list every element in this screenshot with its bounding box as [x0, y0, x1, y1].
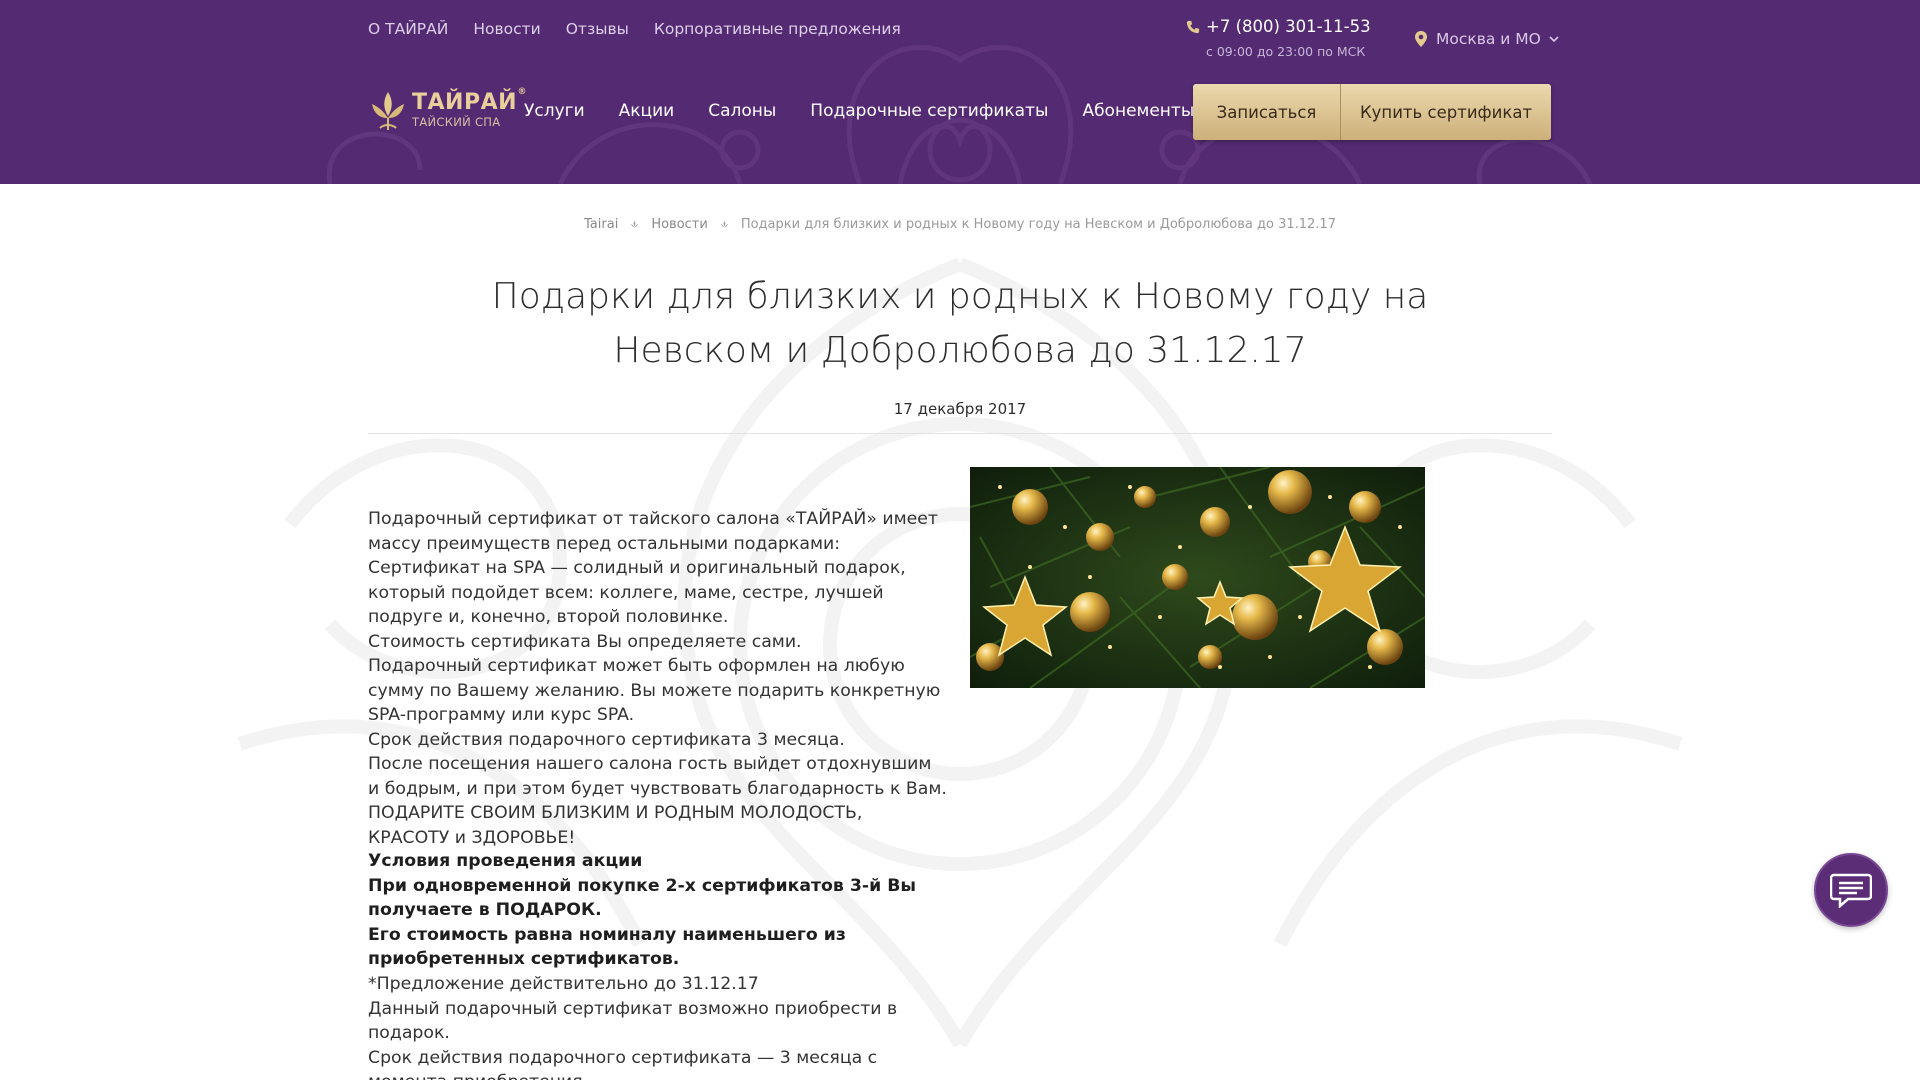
top-link-about[interactable]: О ТАЙРАЙ	[368, 20, 448, 38]
nav-promotions[interactable]: Акции	[619, 101, 675, 121]
logo-lotus-icon	[372, 92, 404, 130]
site-header: О ТАЙРАЙ Новости Отзывы Корпоративные пр…	[0, 0, 1920, 184]
chat-button[interactable]	[1814, 853, 1888, 927]
top-link-news[interactable]: Новости	[473, 20, 540, 38]
map-pin-icon	[1415, 31, 1427, 47]
nav-gift-certificates[interactable]: Подарочные сертификаты	[810, 101, 1048, 121]
chat-icon	[1830, 873, 1872, 908]
christmas-ornaments-illustration	[970, 467, 1425, 688]
top-link-reviews[interactable]: Отзывы	[566, 20, 629, 38]
region-selector[interactable]: Москва и МО	[1414, 30, 1559, 48]
breadcrumb: Tairai Новости Подарки для близких и род…	[0, 217, 1920, 232]
cta-group: Записаться Купить сертификат	[1193, 84, 1551, 140]
top-link-corporate[interactable]: Корпоративные предложения	[654, 20, 901, 38]
article-body: Подарочный сертификат от тайского салона…	[368, 509, 947, 848]
logo[interactable]: ТАЙРАЙ ® ТАЙСКИЙ СПА	[368, 87, 527, 132]
buy-certificate-button[interactable]: Купить сертификат	[1341, 84, 1551, 140]
promo-conditions: Условия проведения акции При одновременн…	[368, 851, 916, 969]
lotus-separator-icon	[720, 220, 728, 228]
logo-name: ТАЙРАЙ ®	[412, 87, 527, 115]
region-label: Москва и МО	[1436, 30, 1541, 48]
phone-hours: с 09:00 до 23:00 по МСК	[1206, 44, 1366, 59]
phone-block: +7 (800) 301-11-53 с 09:00 до 23:00 по М…	[1186, 17, 1371, 59]
nav-salons[interactable]: Салоны	[708, 101, 776, 121]
top-links: О ТАЙРАЙ Новости Отзывы Корпоративные пр…	[368, 20, 901, 38]
nav-services[interactable]: Услуги	[524, 101, 585, 121]
breadcrumb-news[interactable]: Новости	[651, 217, 708, 232]
logo-subtitle: ТАЙСКИЙ СПА	[412, 114, 501, 129]
breadcrumb-home[interactable]: Tairai	[584, 217, 618, 232]
logo-name-text: ТАЙРАЙ	[412, 89, 518, 115]
breadcrumb-current: Подарки для близких и родных к Новому го…	[740, 217, 1336, 232]
divider	[368, 433, 1552, 434]
christmas-tree-image	[970, 467, 1425, 688]
phone-row[interactable]: +7 (800) 301-11-53	[1186, 17, 1371, 36]
nav-subscriptions[interactable]: Абонементы	[1082, 101, 1194, 121]
phone-number[interactable]: +7 (800) 301-11-53	[1206, 17, 1371, 36]
phone-icon	[1186, 20, 1200, 33]
article-footnote: *Предложение действительно до 31.12.17 Д…	[368, 974, 898, 1080]
logo-registered: ®	[517, 86, 528, 97]
article-date: 17 декабря 2017	[893, 400, 1027, 418]
header-ornament	[326, 45, 1593, 184]
lotus-separator-icon	[631, 220, 639, 228]
logo-text: ТАЙРАЙ ® ТАЙСКИЙ СПА	[412, 87, 527, 129]
page-title: Подарки для близких и родных к Новому го…	[491, 276, 1429, 371]
book-button[interactable]: Записаться	[1193, 84, 1341, 140]
main-nav: Услуги Акции Салоны Подарочные сертифика…	[524, 101, 1194, 121]
chevron-down-icon	[1549, 36, 1559, 43]
